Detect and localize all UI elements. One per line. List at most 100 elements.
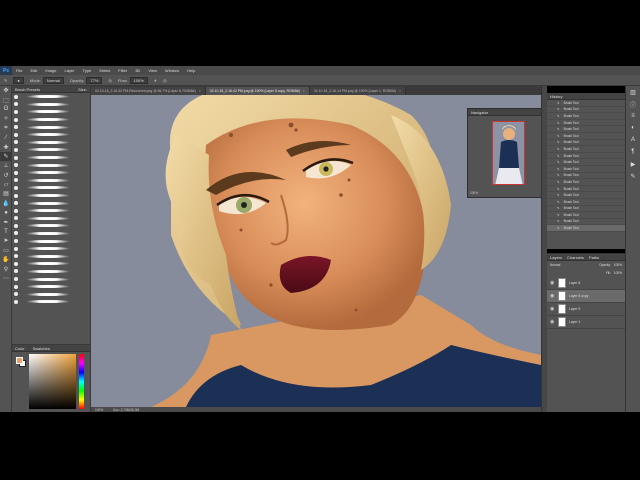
- visibility-eye-icon[interactable]: ◉: [550, 306, 555, 312]
- brush-preset-item[interactable]: [12, 101, 90, 109]
- history-item[interactable]: ✎ Brush Tool: [547, 225, 625, 232]
- history-item[interactable]: ✎ Brush Tool: [547, 219, 625, 226]
- actions-icon[interactable]: ▶: [626, 158, 640, 170]
- menu-select[interactable]: Select: [95, 68, 114, 73]
- type-tool-icon[interactable]: T: [0, 227, 12, 236]
- history-item[interactable]: ✎ Brush Tool: [547, 113, 625, 120]
- brush-panel-icon[interactable]: ✎: [626, 170, 640, 182]
- close-icon[interactable]: ×: [303, 89, 305, 93]
- history-list[interactable]: ✎ Brush Tool ✎ Brush Tool ✎ Brush Tool ✎ Brush …: [547, 100, 625, 232]
- eyedropper-tool-icon[interactable]: ⁄: [0, 133, 12, 142]
- marquee-tool-icon[interactable]: ⬚: [0, 95, 12, 104]
- mode-control[interactable]: Mode: Normal: [30, 76, 64, 84]
- brush-preset-item[interactable]: [12, 123, 90, 131]
- brush-preset-item[interactable]: [12, 192, 90, 200]
- menu-file[interactable]: File: [12, 68, 26, 73]
- brush-preset-item[interactable]: [12, 154, 90, 162]
- lasso-tool-icon[interactable]: ʘ: [0, 105, 12, 114]
- brush-preset-item[interactable]: [12, 245, 90, 253]
- pen-tool-icon[interactable]: ✒: [0, 217, 12, 226]
- layer-opacity-input[interactable]: 100%: [614, 263, 625, 267]
- brush-preset-picker[interactable]: ●: [13, 76, 24, 84]
- history-brush-tool-icon[interactable]: ↺: [0, 171, 12, 180]
- brush-preset-item[interactable]: [12, 215, 90, 223]
- opacity-input[interactable]: 77%: [86, 76, 103, 84]
- layer-row[interactable]: ◉ Layer 9: [547, 303, 625, 316]
- move-tool-icon[interactable]: ✥: [0, 86, 12, 95]
- pressure-opacity-icon[interactable]: ◎: [108, 78, 112, 83]
- history-item[interactable]: ✎ Brush Tool: [547, 146, 625, 153]
- brush-preset-item[interactable]: [12, 131, 90, 139]
- brush-preset-item[interactable]: [12, 93, 90, 101]
- path-select-tool-icon[interactable]: ➤: [0, 236, 12, 245]
- brush-preset-item[interactable]: [12, 161, 90, 169]
- layer-fill-input[interactable]: 100%: [614, 271, 622, 275]
- brush-preset-item[interactable]: [12, 230, 90, 238]
- history-item[interactable]: ✎ Brush Tool: [547, 153, 625, 160]
- brush-preset-item[interactable]: [12, 177, 90, 185]
- history-item[interactable]: ✎ Brush Tool: [547, 100, 625, 107]
- brush-preset-item[interactable]: [12, 290, 90, 298]
- menu-image[interactable]: Image: [41, 68, 60, 73]
- layer-row[interactable]: ◉ Layer 8 copy: [547, 290, 625, 303]
- menu-help[interactable]: Help: [183, 68, 199, 73]
- info-icon[interactable]: ⓘ: [626, 98, 640, 110]
- menu-layer[interactable]: Layer: [60, 68, 78, 73]
- brush-tool-icon[interactable]: ✎: [4, 78, 7, 83]
- eraser-tool-icon[interactable]: ▱: [0, 180, 12, 189]
- flow-input[interactable]: 100%: [129, 76, 148, 84]
- zoom-readout[interactable]: 100%: [95, 408, 103, 412]
- history-item[interactable]: ✎ Brush Tool: [547, 120, 625, 127]
- tab-layers[interactable]: Layers: [550, 255, 562, 260]
- tab-paths[interactable]: Paths: [589, 255, 599, 260]
- document-tab[interactable]: 02-10-18_2-16-32 PM-Recovered.png @ 66,7…: [91, 87, 206, 95]
- history-item[interactable]: ✎ Brush Tool: [547, 107, 625, 114]
- brush-preset-item[interactable]: [12, 184, 90, 192]
- history-item[interactable]: ✎ Brush Tool: [547, 159, 625, 166]
- navigator-preview[interactable]: [492, 121, 525, 185]
- history-item[interactable]: ✎ Brush Tool: [547, 199, 625, 206]
- tab-channels[interactable]: Channels: [567, 255, 584, 260]
- visibility-eye-icon[interactable]: ◉: [550, 293, 555, 299]
- properties-icon[interactable]: ≡: [626, 110, 640, 122]
- menu-3d[interactable]: 3D: [131, 68, 144, 73]
- brush-preset-item[interactable]: [12, 139, 90, 147]
- brush-preset-item[interactable]: [12, 222, 90, 230]
- color-picker-field[interactable]: [29, 354, 76, 409]
- brush-preset-item[interactable]: [12, 116, 90, 124]
- brush-presets-header[interactable]: Brush Presets Size:: [12, 86, 90, 93]
- pressure-size-icon[interactable]: ◎: [163, 78, 167, 83]
- close-icon[interactable]: ×: [399, 89, 401, 93]
- quick-select-tool-icon[interactable]: ✧: [0, 114, 12, 123]
- character-icon[interactable]: A: [626, 134, 640, 146]
- history-item[interactable]: ✎ Brush Tool: [547, 140, 625, 147]
- brush-preset-item[interactable]: [12, 146, 90, 154]
- more-tools-icon[interactable]: ⋯: [0, 274, 12, 283]
- layer-row[interactable]: ◉ Layer 8: [547, 277, 625, 290]
- dodge-tool-icon[interactable]: ●: [0, 208, 12, 217]
- brush-preset-item[interactable]: [12, 275, 90, 283]
- history-item[interactable]: ✎ Brush Tool: [547, 192, 625, 199]
- brush-preset-item[interactable]: [12, 268, 90, 276]
- hue-slider[interactable]: [79, 354, 84, 409]
- menu-edit[interactable]: Edit: [26, 68, 41, 73]
- opacity-control[interactable]: Opacity: 77%: [70, 76, 103, 84]
- history-item[interactable]: ✎ Brush Tool: [547, 179, 625, 186]
- history-item[interactable]: ✎ Brush Tool: [547, 212, 625, 219]
- history-item[interactable]: ✎ Brush Tool: [547, 133, 625, 140]
- visibility-eye-icon[interactable]: ◉: [550, 280, 555, 286]
- clone-stamp-tool-icon[interactable]: ⊥: [0, 161, 12, 170]
- gradient-tool-icon[interactable]: ▤: [0, 189, 12, 198]
- shape-tool-icon[interactable]: ▭: [0, 246, 12, 255]
- history-item[interactable]: ✎ Brush Tool: [547, 126, 625, 133]
- navigator-zoom[interactable]: 100%: [470, 191, 478, 195]
- close-icon[interactable]: ×: [199, 89, 201, 93]
- document-tab[interactable]: 02-10-18_2-16-14 PM.png @ 100% (Layer 1,…: [309, 87, 406, 95]
- swatches-tab[interactable]: Swatches: [33, 346, 50, 351]
- brush-preset-item[interactable]: [12, 199, 90, 207]
- airbrush-icon[interactable]: ✈: [154, 78, 157, 83]
- blur-tool-icon[interactable]: 💧: [0, 199, 12, 208]
- histogram-icon[interactable]: ▥: [626, 86, 640, 98]
- brush-preset-item[interactable]: [12, 298, 90, 306]
- document-tab-active[interactable]: 02-10-18_2-16-42 PM.png @ 100% (Layer 8 …: [205, 87, 310, 95]
